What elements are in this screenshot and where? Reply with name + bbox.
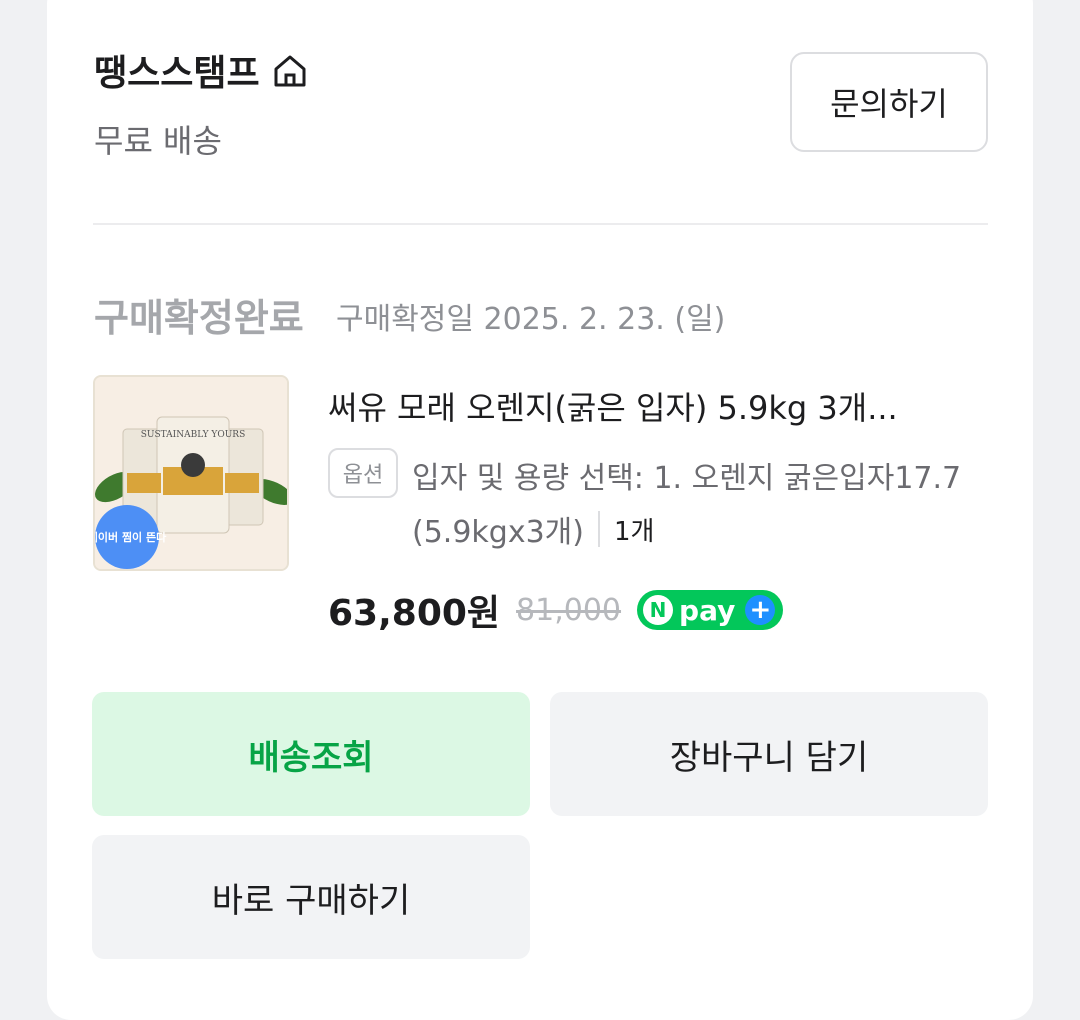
inquiry-button[interactable]: 문의하기 [790, 52, 988, 152]
product-thumbnail[interactable]: SUSTAINABLY YOURS 네이버 찜이 뜬다 [93, 375, 289, 571]
plus-icon: + [745, 595, 776, 625]
store-name[interactable]: 땡스스탬프 [94, 44, 310, 96]
product-title[interactable]: 써유 모래 오렌지(굵은 입자) 5.9kg 3개... [328, 383, 978, 429]
divider [93, 223, 988, 225]
quantity: 1개 [613, 516, 655, 547]
price-row: 63,800원 81,000 N pay + [328, 584, 784, 636]
option-badge: 옵션 [328, 448, 398, 498]
confirm-date: 구매확정일 2025. 2. 23. (일) [336, 302, 726, 337]
store-name-text: 땡스스탬프 [94, 53, 260, 94]
thumb-badge: 네이버 찜이 뜬다 [95, 530, 167, 544]
sale-price: 63,800원 [328, 593, 501, 634]
buy-now-button[interactable]: 바로 구매하기 [92, 835, 530, 959]
add-to-cart-button[interactable]: 장바구니 담기 [550, 692, 988, 816]
option-qty-line: (5.9kgx3개) 1개 [412, 507, 654, 551]
shipping-info: 무료 배송 [94, 122, 222, 160]
option-text: 입자 및 용량 선택: 1. 오렌지 굵은입자17.7 [412, 461, 962, 496]
track-delivery-button[interactable]: 배송조회 [92, 692, 530, 816]
separator [597, 511, 600, 547]
order-status: 구매확정완료 [94, 296, 304, 340]
product-image: SUSTAINABLY YOURS 네이버 찜이 뜬다 [95, 377, 287, 569]
thumb-brand: SUSTAINABLY YOURS [141, 430, 246, 440]
npay-n-icon: N [643, 595, 674, 625]
original-price: 81,000 [516, 592, 622, 628]
npay-label: pay [679, 593, 736, 627]
home-icon [274, 55, 306, 87]
npay-plus-badge: N pay + [637, 590, 784, 630]
option-text-cont: (5.9kgx3개) [412, 515, 584, 550]
